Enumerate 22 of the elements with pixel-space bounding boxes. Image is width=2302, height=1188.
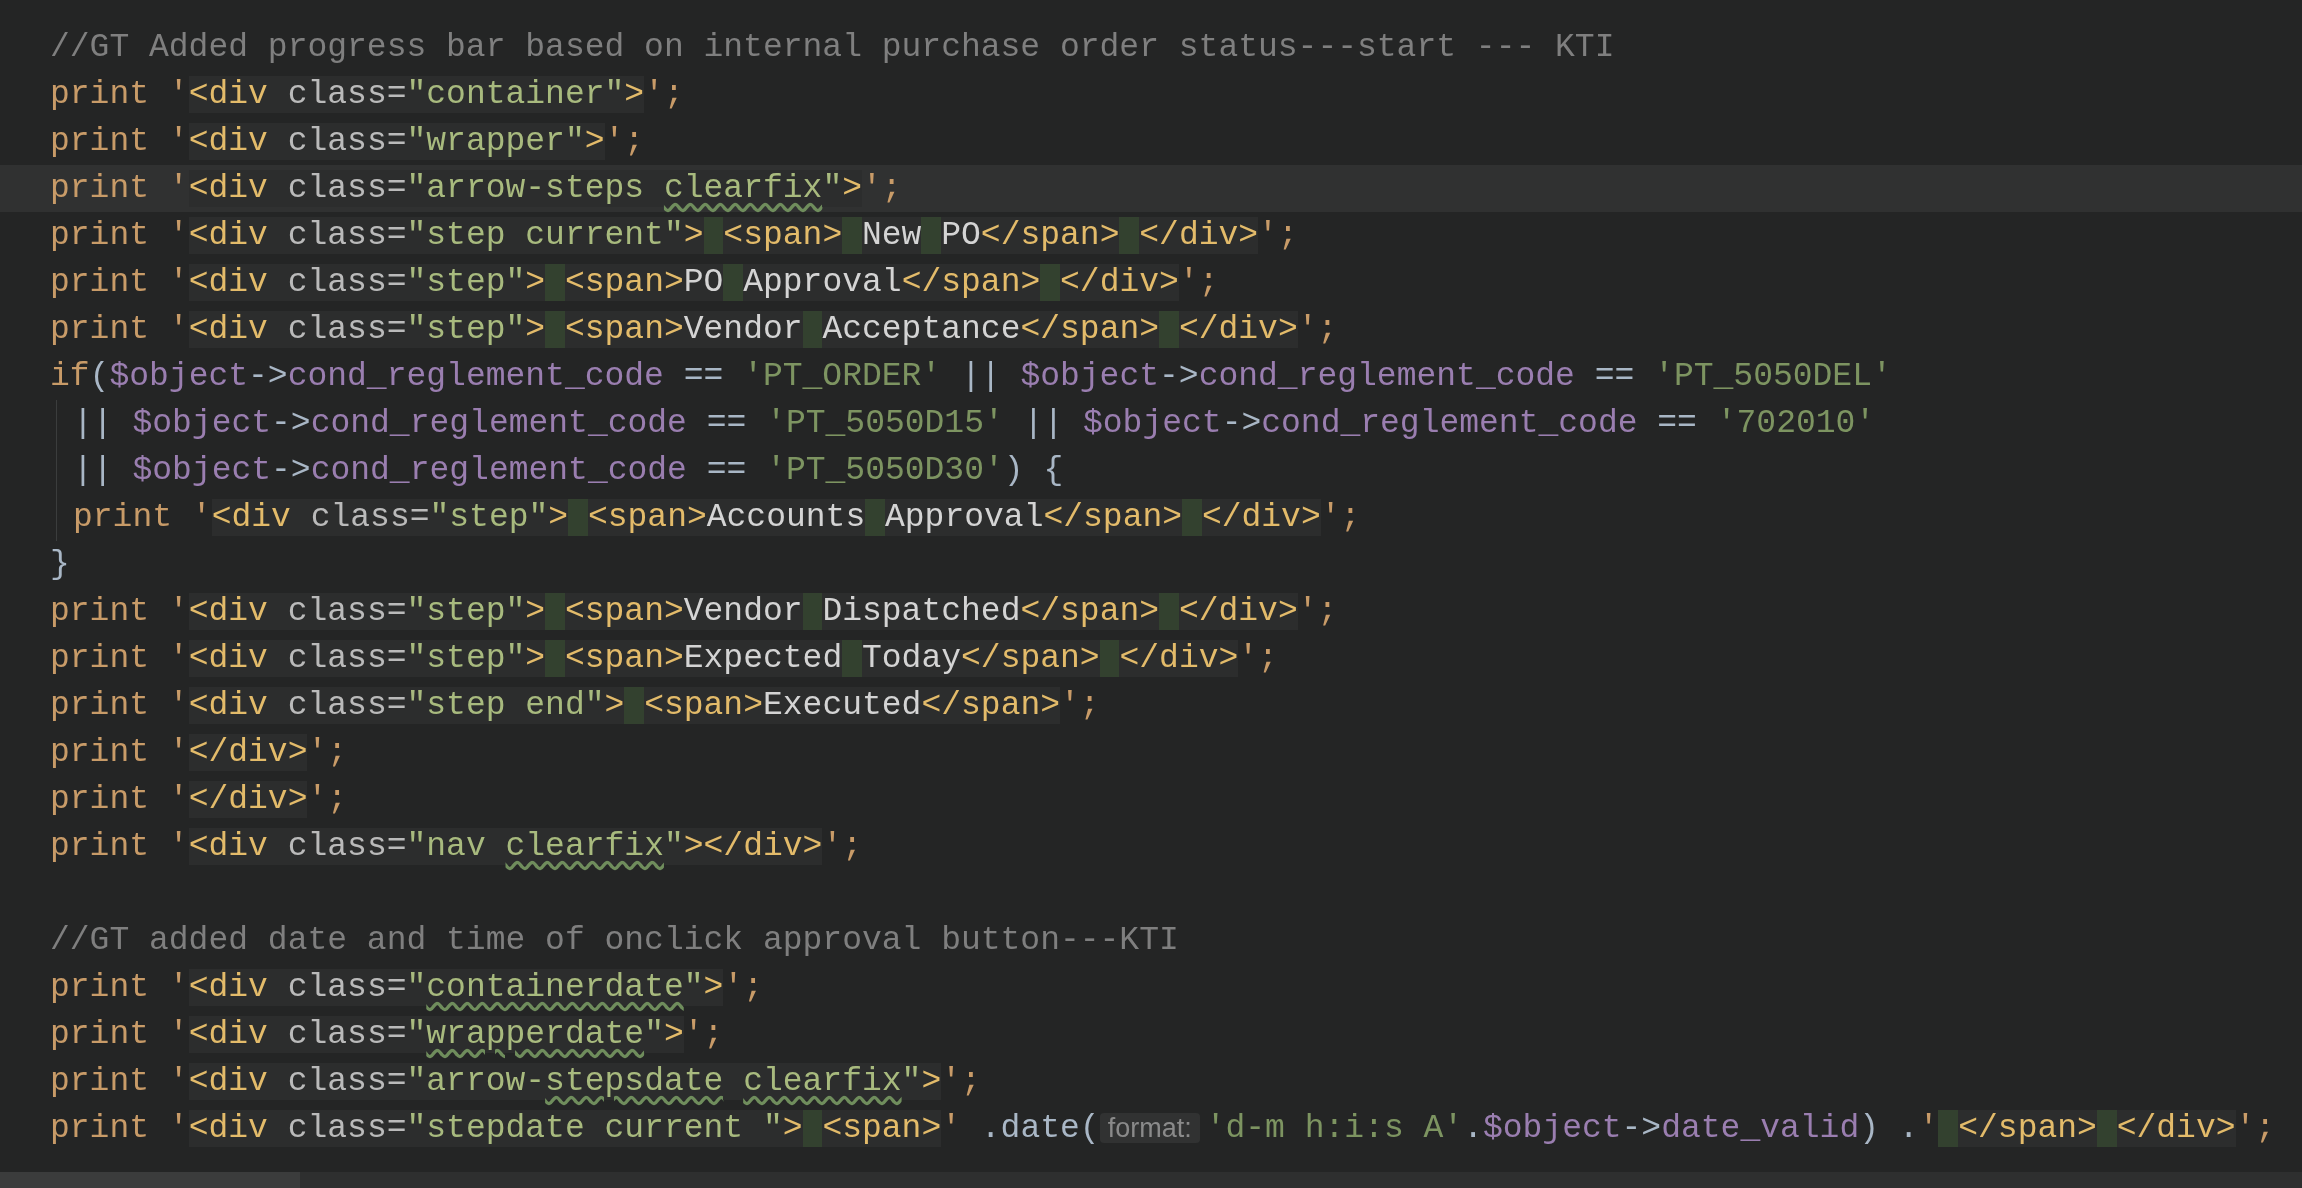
code-line: print '<div class="step"> <span>Accounts Approval</span> </div>';	[72, 498, 1362, 538]
code-line: print '</div>';	[49, 780, 349, 820]
code-line: if($object->cond_reglement_code == 'PT_ORDER' || $object->cond_reglement_code == 'PT_5050DEL'	[49, 357, 1893, 397]
code-line: print '<div class="step current"> <span> New PO</span> </div>';	[49, 216, 1299, 256]
code-line: || $object->cond_reglement_code == 'PT_5050D30') {	[72, 451, 1065, 491]
code-line: print '</div>';	[49, 733, 349, 773]
code-line: print '<div class="containerdate">';	[49, 968, 764, 1008]
code-line: || $object->cond_reglement_code == 'PT_5050D15' || $object->cond_reglement_code == '702010'	[72, 404, 1877, 444]
code-line: print '<div class="step"> <span>Vendor Acceptance</span> </div>';	[49, 310, 1339, 350]
code-line: print '<div class="step"> <span>PO Approval</span> </div>';	[49, 263, 1220, 303]
code-line: //GT added date and time of onclick approval button---KTI	[49, 921, 1180, 961]
code-line: print '<div class="nav clearfix"></div>';	[49, 827, 863, 867]
code-line: print '<div class="step"> <span>Vendor Dispatched</span> </div>';	[49, 592, 1339, 632]
code-line: print '<div class="wrapper">';	[49, 122, 646, 162]
code-line: //GT Added progress bar based on internal purchase order status---start --- KTI	[49, 28, 1616, 68]
code-line: print '<div class="arrow-stepsdate clearfix">';	[49, 1062, 982, 1102]
code-line: print '<div class="step"> <span>Expected Today</span> </div>';	[49, 639, 1279, 679]
code-line: }	[49, 545, 71, 585]
code-line: print '<div class="container">';	[49, 75, 685, 115]
code-line: print '<div class="wrapperdate">';	[49, 1015, 725, 1055]
code-line: print '<div class="stepdate current "> <span>' .date( format: 'd-m h:i:s A'.$object->date_valid) .' </span> </div>';	[49, 1109, 2277, 1149]
code-line: print '<div class="step end"> <span>Executed</span>';	[49, 686, 1101, 726]
